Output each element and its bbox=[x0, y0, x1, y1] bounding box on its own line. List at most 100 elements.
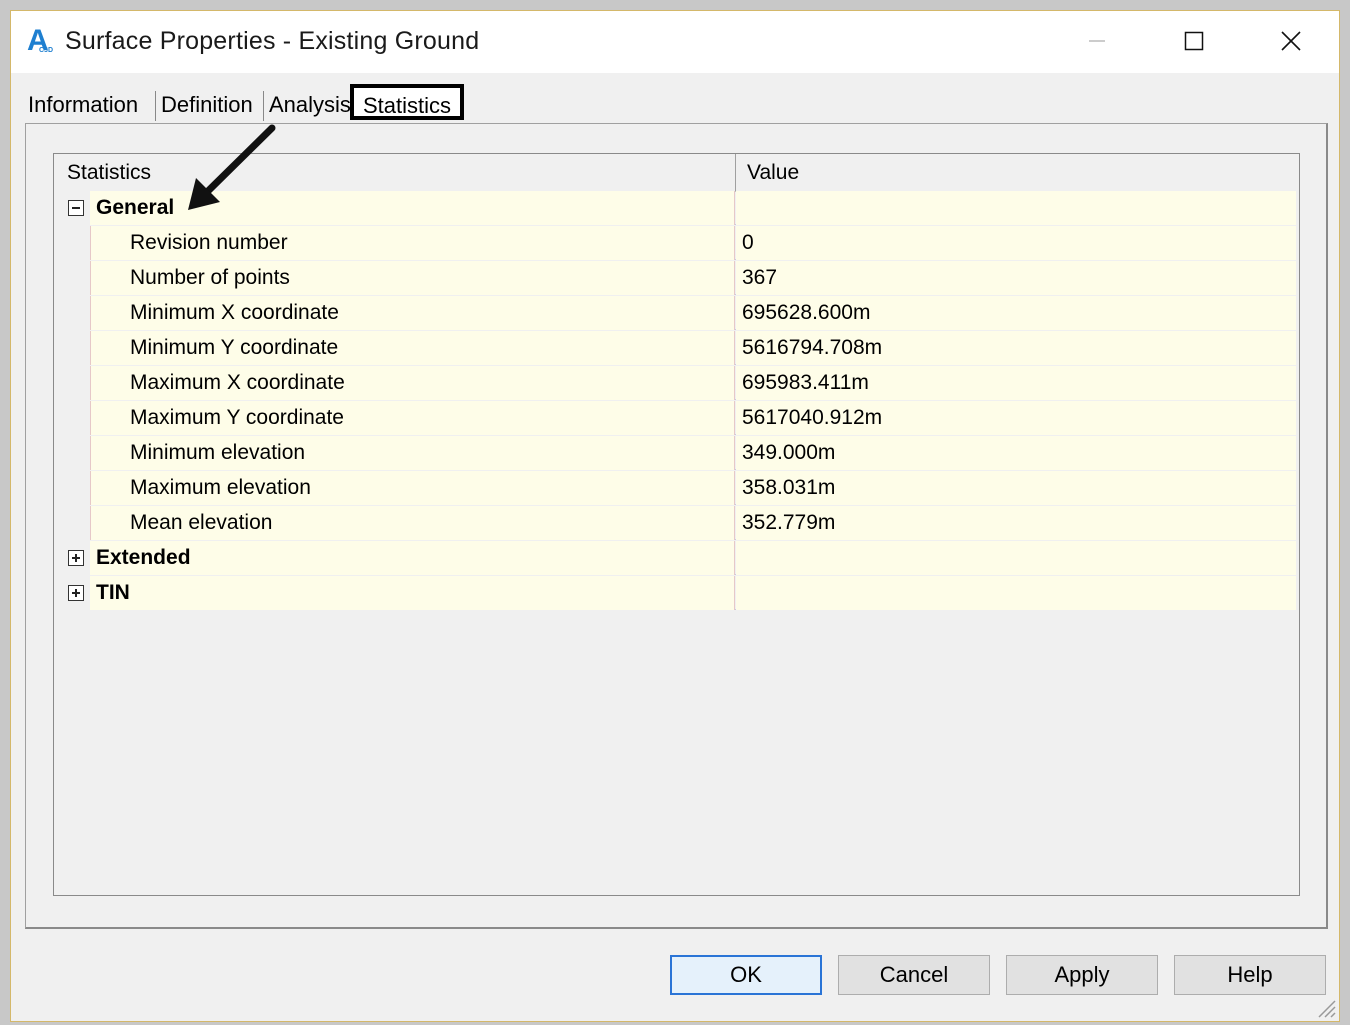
close-icon bbox=[1281, 31, 1301, 51]
stat-value: 0 bbox=[742, 231, 754, 254]
window-title: Surface Properties - Existing Ground bbox=[65, 27, 480, 55]
stat-value-cell: 5616794.708m bbox=[736, 331, 1296, 365]
group-value-cell bbox=[736, 576, 1296, 610]
table-row[interactable]: Minimum X coordinate 695628.600m bbox=[54, 296, 1296, 331]
row-gutter bbox=[54, 226, 90, 261]
stat-value-cell: 349.000m bbox=[736, 436, 1296, 470]
collapse-toggle-icon[interactable] bbox=[68, 200, 84, 216]
group-row-tin[interactable]: TIN bbox=[54, 576, 1296, 611]
minimize-icon bbox=[1089, 40, 1105, 42]
tab-separator bbox=[263, 91, 264, 121]
dialog-button-bar: OK Cancel Apply Help bbox=[11, 955, 1339, 997]
stat-value: 695628.600m bbox=[742, 301, 871, 324]
tab-separator bbox=[155, 91, 156, 121]
stat-value-cell: 695628.600m bbox=[736, 296, 1296, 330]
cancel-button[interactable]: Cancel bbox=[838, 955, 990, 995]
stat-label: Maximum X coordinate bbox=[130, 371, 345, 394]
group-row-general[interactable]: General bbox=[54, 191, 1296, 226]
group-label: General bbox=[96, 196, 175, 219]
table-row[interactable]: Minimum elevation 349.000m bbox=[54, 436, 1296, 471]
column-header-statistics[interactable]: Statistics bbox=[67, 154, 151, 191]
ok-button[interactable]: OK bbox=[670, 955, 822, 995]
group-label: Extended bbox=[96, 546, 191, 569]
group-value-cell bbox=[736, 191, 1296, 225]
stat-label-cell: Minimum elevation bbox=[90, 436, 735, 470]
stat-label: Minimum X coordinate bbox=[130, 301, 339, 324]
stat-label-cell: Mean elevation bbox=[90, 506, 735, 540]
column-header-value[interactable]: Value bbox=[747, 154, 799, 191]
group-row-extended[interactable]: Extended bbox=[54, 541, 1296, 576]
stat-label-cell: Maximum elevation bbox=[90, 471, 735, 505]
row-gutter bbox=[54, 366, 90, 401]
maximize-button[interactable] bbox=[1169, 23, 1219, 59]
stat-value: 5617040.912m bbox=[742, 406, 883, 429]
stat-value-cell: 367 bbox=[736, 261, 1296, 295]
table-row[interactable]: Mean elevation 352.779m bbox=[54, 506, 1296, 541]
stat-value: 352.779m bbox=[742, 511, 836, 534]
table-row[interactable]: Revision number 0 bbox=[54, 226, 1296, 261]
stat-label: Revision number bbox=[130, 231, 288, 254]
stat-label: Minimum elevation bbox=[130, 441, 306, 464]
tab-analysis[interactable]: Analysis bbox=[266, 87, 354, 123]
statistics-panel: Statistics Value General Revision number… bbox=[25, 123, 1328, 929]
stat-value-cell: 695983.411m bbox=[736, 366, 1296, 400]
stat-label: Minimum Y coordinate bbox=[130, 336, 339, 359]
row-gutter bbox=[54, 541, 90, 576]
table-row[interactable]: Minimum Y coordinate 5616794.708m bbox=[54, 331, 1296, 366]
group-label-cell: Extended bbox=[90, 541, 735, 575]
row-gutter bbox=[54, 331, 90, 366]
stat-value-cell: 358.031m bbox=[736, 471, 1296, 505]
stat-value-cell: 0 bbox=[736, 226, 1296, 260]
stat-value-cell: 5617040.912m bbox=[736, 401, 1296, 435]
tab-statistics[interactable]: Statistics bbox=[350, 84, 465, 120]
row-gutter bbox=[54, 506, 90, 541]
stat-value: 695983.411m bbox=[742, 371, 869, 394]
stat-value: 349.000m bbox=[742, 441, 836, 464]
help-button[interactable]: Help bbox=[1174, 955, 1326, 995]
group-label: TIN bbox=[96, 581, 130, 604]
row-gutter bbox=[54, 261, 90, 296]
column-divider[interactable] bbox=[735, 154, 736, 191]
tab-definition[interactable]: Definition bbox=[158, 87, 256, 123]
app-icon-sub: C3D bbox=[39, 47, 54, 54]
stat-label-cell: Number of points bbox=[90, 261, 735, 295]
stat-value: 367 bbox=[742, 266, 778, 289]
stat-label: Mean elevation bbox=[130, 511, 273, 534]
resize-grip-icon[interactable] bbox=[1313, 995, 1337, 1019]
statistics-grid: Statistics Value General Revision number… bbox=[53, 153, 1300, 896]
row-gutter bbox=[54, 436, 90, 471]
stat-value-cell: 352.779m bbox=[736, 506, 1296, 540]
group-value-cell bbox=[736, 541, 1296, 575]
close-button[interactable] bbox=[1266, 23, 1316, 59]
stat-label-cell: Revision number bbox=[90, 226, 735, 260]
maximize-icon bbox=[1184, 31, 1204, 51]
row-gutter bbox=[54, 576, 90, 611]
stat-label: Maximum Y coordinate bbox=[130, 406, 344, 429]
row-gutter bbox=[54, 471, 90, 506]
apply-button[interactable]: Apply bbox=[1006, 955, 1158, 995]
group-label-cell: TIN bbox=[90, 576, 735, 610]
table-row[interactable]: Number of points 367 bbox=[54, 261, 1296, 296]
stat-label-cell: Minimum Y coordinate bbox=[90, 331, 735, 365]
table-row[interactable]: Maximum X coordinate 695983.411m bbox=[54, 366, 1296, 401]
expand-toggle-icon[interactable] bbox=[68, 585, 84, 601]
surface-properties-dialog: A C3D Surface Properties - Existing Grou… bbox=[10, 10, 1340, 1022]
stat-label: Maximum elevation bbox=[130, 476, 311, 499]
stat-value: 5616794.708m bbox=[742, 336, 883, 359]
table-row[interactable]: Maximum elevation 358.031m bbox=[54, 471, 1296, 506]
row-gutter bbox=[54, 401, 90, 436]
stat-label-cell: Maximum X coordinate bbox=[90, 366, 735, 400]
grid-header: Statistics Value bbox=[54, 154, 1296, 192]
civil3d-logo-icon: A C3D bbox=[27, 25, 55, 57]
stat-label-cell: Minimum X coordinate bbox=[90, 296, 735, 330]
table-row[interactable]: Maximum Y coordinate 5617040.912m bbox=[54, 401, 1296, 436]
stat-label-cell: Maximum Y coordinate bbox=[90, 401, 735, 435]
expand-toggle-icon[interactable] bbox=[68, 550, 84, 566]
minimize-button[interactable] bbox=[1072, 23, 1122, 59]
stat-label: Number of points bbox=[130, 266, 290, 289]
tab-information[interactable]: Information bbox=[25, 87, 141, 123]
title-bar[interactable]: A C3D Surface Properties - Existing Grou… bbox=[11, 11, 1339, 73]
group-label-cell: General bbox=[90, 191, 735, 225]
row-gutter bbox=[54, 296, 90, 331]
stat-value: 358.031m bbox=[742, 476, 836, 499]
